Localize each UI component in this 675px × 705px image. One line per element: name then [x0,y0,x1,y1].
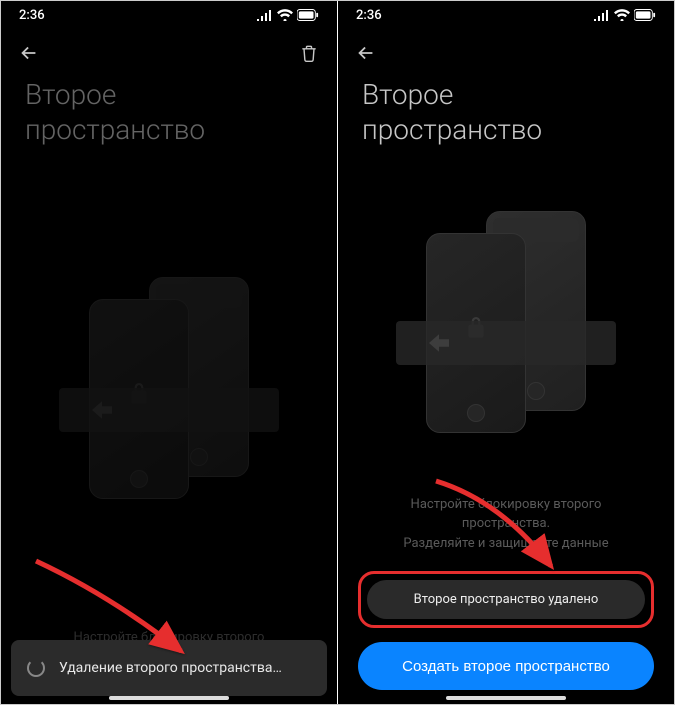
title-line1: Второе [25,77,313,112]
title-line2: пространство [25,112,313,147]
page-title: Второе пространство [338,77,674,147]
toast-highlight: Второе пространство удалено [358,571,654,628]
spinner-icon [27,659,45,677]
battery-icon [297,9,319,21]
illustration [338,177,674,475]
swap-arrow-icon [59,388,279,432]
subtitle-line1: Настройте блокировку второго пространств… [368,495,644,534]
topbar [1,29,337,77]
phone-screen-left: 2:36 Второе пространство [1,1,337,704]
status-time: 2:36 [356,8,382,23]
snackbar-text: Удаление второго пространства… [59,660,282,676]
wifi-icon [277,9,293,21]
status-bar: 2:36 [1,1,337,29]
status-bar: 2:36 [338,1,674,29]
signal-icon [594,9,610,21]
swap-arrow-icon [396,321,616,365]
trash-icon[interactable] [297,41,321,65]
home-indicator[interactable] [109,696,229,700]
primary-button-label: Создать второе пространство [402,658,610,675]
status-icons [594,9,656,21]
subtitle: Настройте блокировку второго пространств… [338,495,674,554]
subtitle-line2: Разделяйте и защищайте данные [368,534,644,554]
toast-text: Второе пространство удалено [414,592,599,607]
title-line2: пространство [362,112,650,147]
back-icon[interactable] [354,41,378,65]
wifi-icon [614,9,630,21]
toast: Второе пространство удалено [367,580,645,619]
create-second-space-button[interactable]: Создать второе пространство [358,642,654,690]
title-line1: Второе [362,77,650,112]
topbar [338,29,674,77]
illustration [1,177,337,608]
battery-icon [634,9,656,21]
status-time: 2:36 [19,8,45,23]
back-icon[interactable] [17,41,41,65]
snackbar: Удаление второго пространства… [11,640,327,696]
phone-screen-right: 2:36 Второе пространство [338,1,674,704]
signal-icon [257,9,273,21]
status-icons [257,9,319,21]
page-title: Второе пространство [1,77,337,147]
home-indicator[interactable] [446,696,566,700]
